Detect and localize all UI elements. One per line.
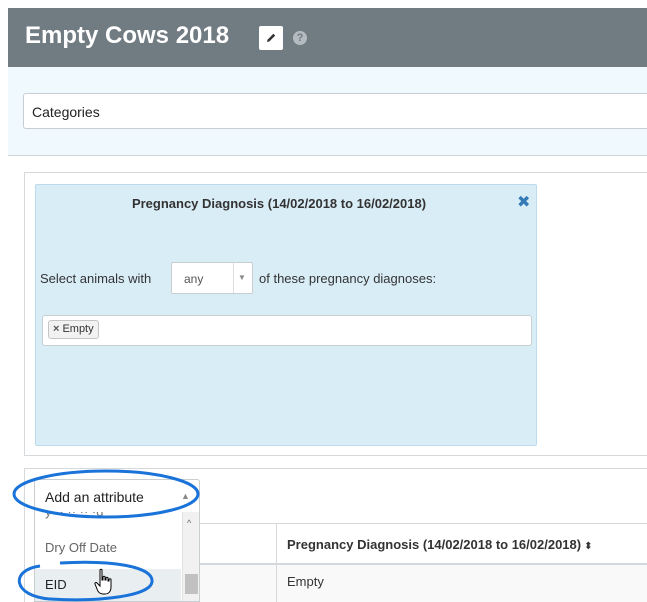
table-cell-blank <box>200 565 276 602</box>
table-row: Empty <box>276 565 647 602</box>
sort-icon[interactable]: ⬍ <box>584 541 592 552</box>
table-header-cell-blank <box>200 523 276 565</box>
dropdown-partial-item: y ·· ·· ·· ·g <box>45 512 103 519</box>
match-mode-value: any <box>184 272 204 286</box>
page-title: Empty Cows 2018 <box>25 22 230 49</box>
table-header-cell[interactable]: Pregnancy Diagnosis (14/02/2018 to 16/02… <box>276 523 647 565</box>
edit-title-button[interactable] <box>259 26 283 50</box>
dropdown-option-label: EID <box>45 577 67 592</box>
diagnosis-tags-input[interactable]: × Empty <box>42 315 532 346</box>
scrollbar-thumb[interactable] <box>185 574 198 594</box>
chevron-down-icon: ▼ <box>238 273 246 282</box>
remove-tag-icon[interactable]: × <box>53 323 59 335</box>
filter-suffix-text: of these pregnancy diagnoses: <box>259 271 437 286</box>
categories-band: Categories <box>8 67 647 156</box>
pencil-icon <box>267 33 276 42</box>
question-circle-icon[interactable]: ? <box>293 31 307 45</box>
chevron-up-icon: ▲ <box>181 491 190 501</box>
table-cell-value: Empty <box>287 574 324 589</box>
tag-empty: × Empty <box>48 320 99 339</box>
categories-label: Categories <box>32 104 100 120</box>
column-header-label: Pregnancy Diagnosis (14/02/2018 to 16/02… <box>287 537 582 552</box>
match-mode-select[interactable]: any ▼ <box>171 262 253 294</box>
column-header-pregnancy-diagnosis: Pregnancy Diagnosis (14/02/2018 to 16/02… <box>287 537 593 552</box>
select-divider <box>233 263 234 293</box>
dropdown-option-label: Dry Off Date <box>45 540 118 555</box>
add-attribute-label: Add an attribute <box>45 489 144 505</box>
dropdown-option-dry-off-date[interactable]: Dry Off Date <box>35 532 181 564</box>
attribute-dropdown-list[interactable]: y ·· ·· ·· ·g Dry Off Date EID ^ <box>34 512 200 602</box>
tag-label: Empty <box>62 323 94 335</box>
filter-prefix-text: Select animals with <box>40 271 152 286</box>
hand-cursor-icon <box>94 568 112 595</box>
add-attribute-select[interactable]: Add an attribute ▲ <box>34 479 200 513</box>
scroll-up-icon[interactable]: ^ <box>187 518 191 528</box>
filter-title: Pregnancy Diagnosis (14/02/2018 to 16/02… <box>131 196 427 211</box>
categories-selector[interactable]: Categories <box>23 93 647 129</box>
page-header: Empty Cows 2018 ? <box>8 8 647 67</box>
pregnancy-diagnosis-filter-card: Pregnancy Diagnosis (14/02/2018 to 16/02… <box>35 184 537 446</box>
close-icon[interactable]: ✖ <box>517 195 531 211</box>
dropdown-scrollbar[interactable]: ^ <box>182 512 199 601</box>
